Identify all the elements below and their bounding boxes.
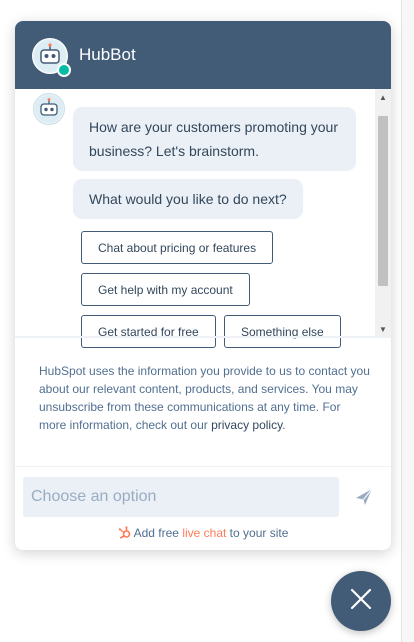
privacy-disclaimer: HubSpot uses the information you provide… [39, 362, 371, 434]
robot-avatar-icon [33, 93, 65, 125]
composer-divider [15, 466, 391, 467]
disclaimer-end: . [282, 418, 286, 432]
footer-suffix: to your site [226, 526, 289, 540]
conversation-scrollbar[interactable]: ▲ ▼ [375, 89, 391, 337]
scroll-down-arrow-icon[interactable]: ▼ [375, 321, 391, 337]
section-divider [15, 336, 391, 338]
send-icon[interactable] [351, 484, 377, 510]
bot-message: What would you like to do next? [73, 179, 303, 219]
page-scrollbar[interactable] [401, 0, 414, 642]
bot-message: How are your customers promoting your bu… [73, 107, 356, 171]
quick-reply-pricing-button[interactable]: Chat about pricing or features [81, 231, 274, 264]
footer-promo: Add free live chat to your site [15, 526, 391, 542]
bot-name: HubBot [79, 45, 136, 64]
footer-prefix: Add free [133, 526, 183, 540]
scrollbar-thumb[interactable] [378, 116, 388, 286]
scroll-up-arrow-icon[interactable]: ▲ [375, 89, 391, 105]
quick-reply-account-help-button[interactable]: Get help with my account [81, 273, 250, 306]
live-chat-link[interactable]: live chat [182, 526, 226, 540]
close-chat-button[interactable] [331, 571, 391, 631]
chat-widget: HubBot How are your customers promoting … [15, 21, 391, 550]
close-icon [350, 588, 372, 615]
privacy-policy-link[interactable]: privacy policy [211, 418, 282, 432]
chat-header: HubBot [15, 21, 391, 89]
online-status-indicator [57, 63, 71, 77]
chat-input[interactable] [23, 477, 339, 517]
quick-reply-something-else-button[interactable]: Something else [224, 315, 341, 348]
quick-reply-get-started-button[interactable]: Get started for free [81, 315, 216, 348]
hubspot-sprocket-icon [118, 526, 131, 542]
conversation-thread: How are your customers promoting your bu… [15, 89, 391, 359]
disclaimer-text: HubSpot uses the information you provide… [39, 364, 370, 432]
